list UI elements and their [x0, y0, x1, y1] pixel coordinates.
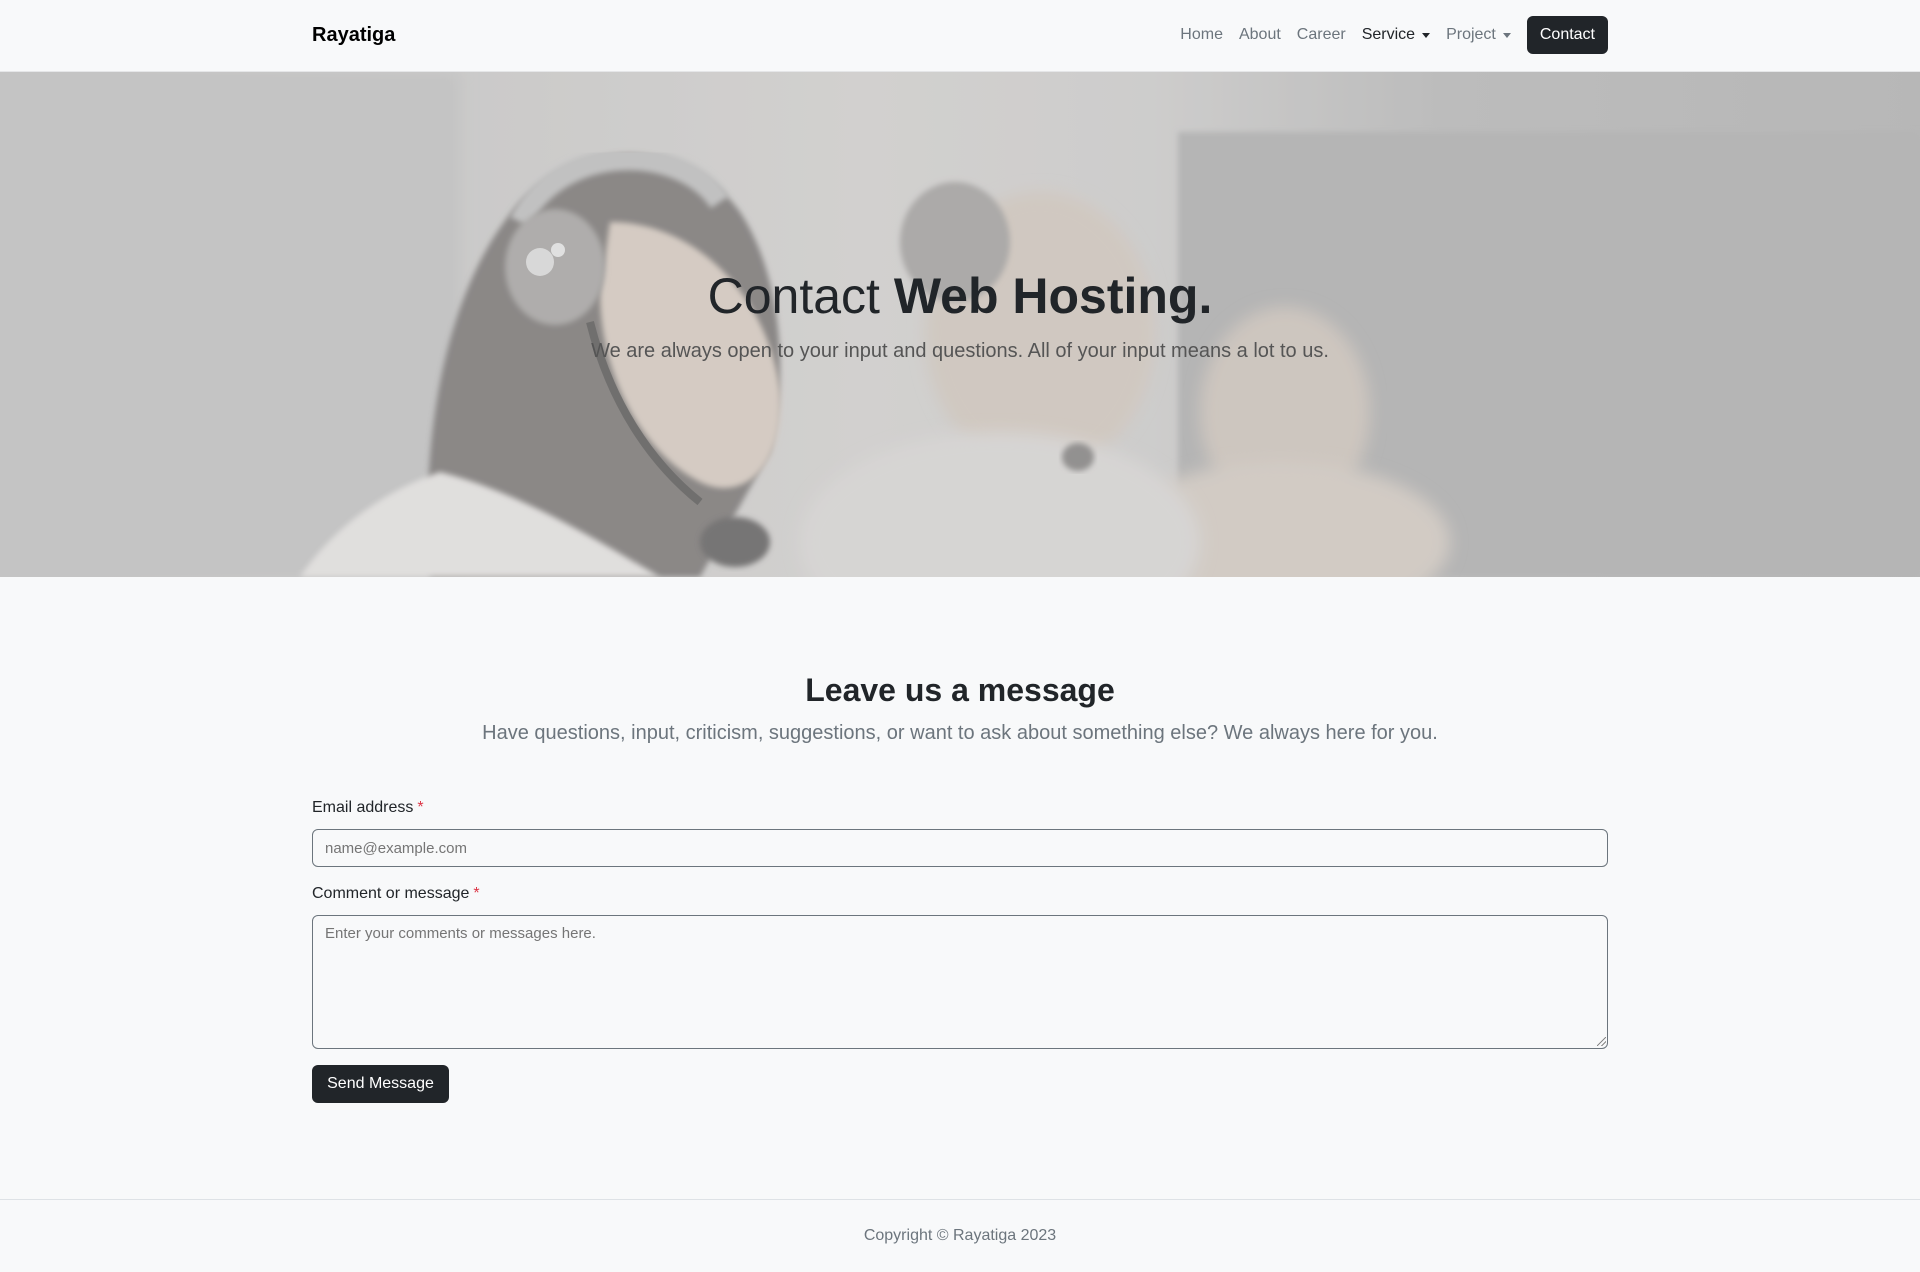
nav-about[interactable]: About — [1239, 26, 1281, 44]
hero-title-bold: Web Hosting. — [893, 268, 1213, 324]
copyright-text: Copyright © Rayatiga 2023 — [863, 1227, 1057, 1244]
nav-project-dropdown[interactable]: Project — [1446, 26, 1511, 44]
footer: Copyright © Rayatiga 2023 — [0, 1199, 1920, 1272]
chevron-down-icon — [1502, 32, 1511, 38]
nav-career[interactable]: Career — [1297, 26, 1346, 44]
nav-home[interactable]: Home — [1180, 26, 1223, 44]
hero-title: Contact Web Hosting. — [0, 267, 1920, 325]
nav-service-dropdown[interactable]: Service — [1361, 26, 1431, 44]
email-label: Email address * — [312, 799, 424, 817]
send-message-button[interactable]: Send Message — [312, 1065, 449, 1103]
required-marker: * — [417, 799, 424, 816]
nav-project-label: Project — [1446, 26, 1496, 43]
email-label-text: Email address — [312, 799, 414, 816]
contact-button[interactable]: Contact — [1526, 16, 1608, 54]
chevron-down-icon — [1422, 32, 1431, 38]
nav-menu: Home About Career Service Project Contac… — [1180, 16, 1608, 54]
hero-subtitle: We are always open to your input and que… — [591, 340, 1329, 362]
brand-logo[interactable]: Rayatiga — [312, 24, 395, 47]
hero-banner: Contact Web Hosting. We are always open … — [0, 72, 1920, 577]
message-section-subtitle: Have questions, input, criticism, sugges… — [482, 722, 1438, 744]
resize-handle-icon[interactable] — [1597, 1037, 1606, 1046]
message-section-title: Leave us a message — [805, 672, 1115, 708]
comment-textarea[interactable] — [312, 915, 1608, 1049]
hero-title-light: Contact — [707, 268, 894, 324]
comment-label: Comment or message * — [312, 885, 480, 903]
comment-label-text: Comment or message — [312, 885, 470, 902]
nav-service-label: Service — [1361, 26, 1416, 43]
email-field[interactable] — [312, 829, 1608, 867]
required-marker: * — [473, 885, 480, 902]
navbar: Rayatiga Home About Career Service Proje… — [0, 0, 1920, 72]
